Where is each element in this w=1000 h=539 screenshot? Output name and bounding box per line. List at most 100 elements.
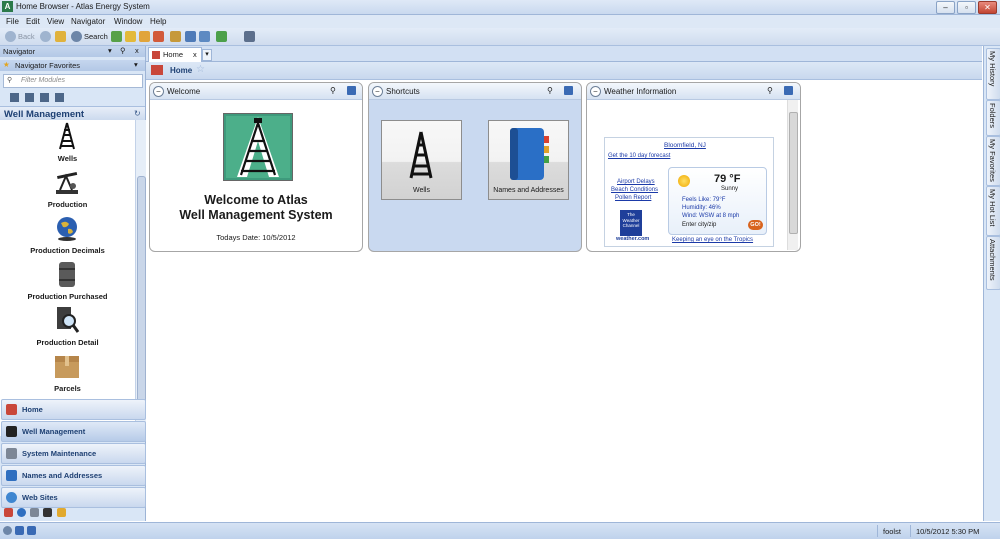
breadcrumb-home[interactable]: Home <box>170 66 192 75</box>
maximize-button[interactable]: ▫ <box>957 1 976 14</box>
edit-icon[interactable] <box>564 86 573 95</box>
welcome-panel: – Welcome ⚲ Welcome to Atlas Well Manage… <box>149 82 363 252</box>
module-production-decimals[interactable]: Production Decimals <box>0 212 135 258</box>
notebook-icon[interactable] <box>170 31 181 42</box>
device-icon[interactable] <box>43 508 52 517</box>
layout-icon[interactable] <box>185 31 196 42</box>
favorite-star-icon[interactable]: ☆ <box>196 64 205 75</box>
small-icons-view-button[interactable] <box>25 93 34 102</box>
find-icon[interactable] <box>3 526 12 535</box>
menu-help[interactable]: Help <box>150 17 166 26</box>
tab-list-dropdown[interactable]: ▾ <box>202 49 212 61</box>
minimize-button[interactable]: – <box>936 1 955 14</box>
welcome-heading-line1: Welcome to Atlas <box>204 193 308 207</box>
menu-window[interactable]: Window <box>114 17 142 26</box>
dock-tab-my-history[interactable]: My History <box>986 48 1000 100</box>
dock-tab-folders[interactable]: Folders <box>986 100 1000 136</box>
menu-bar: File Edit View Navigator Window Help <box>0 15 1000 28</box>
zoom-icon[interactable]: ⚲ <box>330 86 339 95</box>
filter-modules-input[interactable]: ⚲ Filter Modules <box>3 74 143 88</box>
shortcut-wells[interactable]: Wells <box>381 120 462 200</box>
menu-navigator[interactable]: Navigator <box>71 17 105 26</box>
nav-button-web-sites[interactable]: Web Sites <box>1 487 146 508</box>
collapse-icon[interactable]: – <box>372 86 383 97</box>
forecast-link[interactable]: Get the 10 day forecast <box>608 153 670 159</box>
location-link[interactable]: Bloomfield, NJ <box>664 142 706 149</box>
details-view-button[interactable] <box>55 93 64 102</box>
module-list: Wells Production Production Decimals Pro… <box>0 120 135 436</box>
back-icon[interactable] <box>5 31 16 42</box>
grid-icon[interactable] <box>244 31 255 42</box>
beach-conditions-link[interactable]: Beach Conditions <box>611 187 658 193</box>
search-button[interactable]: Search <box>84 32 108 41</box>
oil-derrick-icon <box>59 122 75 150</box>
module-parcels[interactable]: Parcels <box>0 350 135 396</box>
module-production-purchased[interactable]: Production Purchased <box>0 258 135 304</box>
list-view-button[interactable] <box>40 93 49 102</box>
tab-home[interactable]: Home x <box>148 47 202 62</box>
zoom-icon[interactable]: ⚲ <box>547 86 556 95</box>
scrollbar-thumb[interactable] <box>137 176 146 408</box>
pin-icon[interactable]: ⚲ <box>120 46 126 55</box>
oil-derrick-icon <box>6 426 17 437</box>
large-icons-view-button[interactable] <box>10 93 19 102</box>
lock-icon[interactable] <box>57 508 66 517</box>
dock-tab-my-favorites[interactable]: My Favorites <box>986 136 1000 186</box>
menu-view[interactable]: View <box>47 17 64 26</box>
favorites-star-icon: ★ <box>3 60 10 69</box>
nav-button-well-management[interactable]: Well Management <box>1 421 146 442</box>
weather-channel-logo[interactable]: The Weather Channel weather.com <box>616 208 649 244</box>
nav-button-label: Well Management <box>22 427 86 436</box>
welcome-heading-line2: Well Management System <box>179 208 333 222</box>
module-production[interactable]: Production <box>0 166 135 212</box>
feels-like: Feels Like: 79°F <box>682 197 726 203</box>
nav-button-system-maintenance[interactable]: System Maintenance <box>1 443 146 464</box>
tropics-link[interactable]: Keeping an eye on the Tropics <box>672 237 753 243</box>
hard-hat-icon[interactable] <box>17 508 26 517</box>
collapse-icon[interactable]: – <box>153 86 164 97</box>
nav-button-names-and-addresses[interactable]: Names and Addresses <box>1 465 146 486</box>
search-icon[interactable] <box>71 31 82 42</box>
back-button[interactable]: Back <box>18 32 35 41</box>
export-icon[interactable] <box>216 31 227 42</box>
edit-icon[interactable] <box>347 86 356 95</box>
window-icon[interactable] <box>199 31 210 42</box>
menu-file[interactable]: File <box>6 17 19 26</box>
scrollbar-thumb[interactable] <box>789 112 798 234</box>
shortcut-names-and-addresses[interactable]: Names and Addresses <box>488 120 569 200</box>
home-small-icon[interactable] <box>4 508 13 517</box>
tools-small-icon[interactable] <box>30 508 39 517</box>
pollen-report-link[interactable]: Pollen Report <box>615 195 651 201</box>
arrow-up-icon[interactable] <box>27 526 36 535</box>
forward-icon[interactable] <box>40 31 51 42</box>
zip-input[interactable]: Enter city/zip <box>682 222 716 228</box>
favorites-dropdown-icon[interactable]: ▾ <box>134 60 138 69</box>
tab-close-icon[interactable]: x <box>193 50 197 59</box>
open-folder-icon[interactable] <box>125 31 136 42</box>
module-list-scrollbar[interactable] <box>135 120 146 436</box>
airport-delays-link[interactable]: Airport Delays <box>617 179 655 185</box>
star-icon[interactable] <box>139 31 150 42</box>
search-icon: ⚲ <box>7 77 13 84</box>
refresh-icon[interactable]: ↻ <box>134 109 141 118</box>
module-production-detail[interactable]: Production Detail <box>0 304 135 350</box>
dock-tab-attachments[interactable]: Attachments <box>986 236 1000 290</box>
go-button[interactable]: GO! <box>748 220 763 230</box>
navigator-panel: Navigator ▾ ⚲ x ★ Navigator Favorites ▾ … <box>0 46 146 521</box>
edit-icon[interactable] <box>784 86 793 95</box>
collapse-icon[interactable]: – <box>590 86 601 97</box>
refresh-icon[interactable] <box>111 31 122 42</box>
favorites-header[interactable]: ★ Navigator Favorites ▾ <box>0 60 145 71</box>
menu-edit[interactable]: Edit <box>26 17 40 26</box>
zoom-icon[interactable]: ⚲ <box>767 86 776 95</box>
chevron-down-icon[interactable]: ▾ <box>108 46 112 55</box>
close-button[interactable]: ✕ <box>978 1 997 14</box>
weather-scrollbar[interactable] <box>787 100 798 250</box>
dock-tab-my-hot-list[interactable]: My Hot List <box>986 186 1000 236</box>
heart-icon[interactable] <box>153 31 164 42</box>
nav-button-home[interactable]: Home <box>1 399 146 420</box>
module-wells[interactable]: Wells <box>0 120 135 166</box>
close-navigator-icon[interactable]: x <box>135 46 139 55</box>
folder-icon[interactable] <box>55 31 66 42</box>
arrow-down-icon[interactable] <box>15 526 24 535</box>
